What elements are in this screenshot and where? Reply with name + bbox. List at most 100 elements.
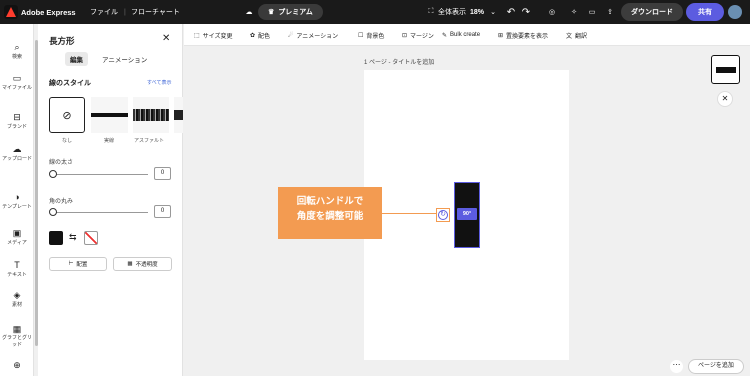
style-none[interactable]: ⊘ (49, 97, 85, 133)
rail-label: ブランド (6, 124, 27, 130)
corner-radius-label: 角の丸み (49, 199, 74, 205)
undo-icon[interactable]: ↶ (505, 0, 517, 24)
rail-more[interactable]: ⊕ (0, 360, 34, 371)
rail-label: 素材 (11, 302, 22, 308)
app-name: Adobe Express (21, 7, 76, 17)
template-icon: ◑ (14, 192, 20, 202)
rail-text[interactable]: T テキスト (0, 260, 34, 278)
rail-media[interactable]: ▣ メディア (0, 228, 34, 246)
stroke-width-label: 線の太さ (49, 160, 74, 166)
rail-brand[interactable]: ⊟ ブランド (0, 112, 34, 130)
close-icon[interactable]: ✕ (717, 91, 733, 107)
full-view-icon[interactable]: ⛶ (425, 0, 437, 24)
rail-elements[interactable]: ◈ 素材 (0, 290, 34, 308)
rail-label: グラフとグリッド (1, 335, 32, 348)
grid-icon: ▦ (12, 324, 22, 334)
share-link-icon[interactable]: ⇪ (604, 0, 616, 24)
thumbnail-shape (715, 66, 736, 73)
none-icon: ⊘ (62, 109, 72, 122)
page-label[interactable]: 1 ページ - タイトルを追加 (364, 57, 434, 66)
page-thumbnail[interactable] (711, 55, 740, 84)
align-button[interactable]: ⊢ 配置 (49, 257, 107, 271)
panel-title: 長方形 (49, 36, 75, 46)
tab-animation[interactable]: アニメーション (102, 54, 147, 64)
replace-icon: ⊞ (498, 32, 504, 39)
rotation-badge: 90° (457, 208, 477, 220)
premium-button[interactable]: ♛ プレミアム (258, 4, 323, 20)
style-asphalt[interactable] (133, 97, 169, 133)
cloud-upload-icon: ☁ (12, 144, 22, 154)
lightbulb-icon[interactable]: ✧ (568, 0, 580, 24)
close-icon[interactable]: ✕ (162, 33, 170, 44)
opacity-button[interactable]: ▩ 不透明度 (113, 257, 172, 271)
comment-icon[interactable]: ▭ (586, 0, 598, 24)
resize-button[interactable]: ⬚ サイズ変更 (194, 24, 233, 46)
rail-grids[interactable]: ▦ グラフとグリッド (0, 324, 34, 349)
toolbar-label: Bulk create (450, 32, 481, 38)
rail-search[interactable]: ⌕ 検索 (0, 42, 34, 60)
corner-radius-input[interactable]: 0 (154, 205, 171, 218)
toolbar-label: サイズ変更 (202, 33, 233, 40)
text-icon: T (14, 260, 20, 270)
rail-label: メディア (7, 240, 27, 246)
slider-handle[interactable] (49, 170, 57, 178)
callout-line-1: 回転ハンドルで (296, 196, 364, 207)
more-apps-icon: ⊕ (13, 360, 21, 370)
user-icon[interactable]: ◎ (546, 0, 558, 24)
toolbar-label: 配色 (258, 33, 271, 40)
more-icon[interactable]: ⋯ (670, 360, 683, 373)
cloud-icon: ☁ (245, 9, 253, 16)
share-button[interactable]: 共有 (686, 3, 724, 21)
margin-button[interactable]: ⊡ マージン (402, 24, 434, 46)
style-label-asphalt: アスファルト (134, 138, 165, 144)
align-icon: ⊢ (68, 261, 74, 267)
tab-edit[interactable]: 編集 (65, 52, 88, 66)
callout-line-2: 角度を調整可能 (296, 211, 364, 222)
search-icon: ⌕ (14, 42, 20, 52)
show-replace-button[interactable]: ⊞ 置換要素を表示 (498, 24, 548, 46)
callout-annotation: 回転ハンドルで 角度を調整可能 (278, 187, 382, 239)
add-page-button[interactable]: ページを追加 (688, 359, 744, 374)
align-label: 配置 (76, 262, 88, 268)
resize-icon: ⬚ (194, 32, 200, 39)
rail-my-files[interactable]: ▭ マイファイル (0, 73, 34, 91)
rotate-icon[interactable]: ↻ (438, 210, 448, 220)
translate-button[interactable]: 文翻訳 (566, 24, 587, 46)
redo-icon[interactable]: ↷ (520, 0, 532, 24)
rail-label: 検索 (11, 54, 22, 60)
background-color-button[interactable]: ☐ 背景色 (358, 24, 384, 46)
folder-icon: ▭ (12, 73, 22, 83)
document-title[interactable]: フローチャート (131, 0, 180, 24)
stroke-color-swatch[interactable] (84, 231, 98, 245)
fill-color-swatch[interactable] (49, 231, 63, 245)
top-bar: Adobe Express ファイル | フローチャート ☁ ♛ プレミアム ⛶ … (0, 0, 750, 24)
adobe-express-logo[interactable] (4, 5, 18, 19)
bulk-create-icon: ✎ (442, 32, 448, 39)
bulk-create-button[interactable]: ✎ Bulk create (442, 24, 480, 46)
animation-button[interactable]: ☄ アニメーション (288, 24, 338, 46)
rail-upload[interactable]: ☁ アップロード (0, 144, 34, 162)
context-toolbar: ⬚ サイズ変更 ✿ 配色 ☄ アニメーション ☐ 背景色 ⊡ マージン ✎ Bulk cre… (184, 24, 750, 46)
rotate-handle-box[interactable]: ↻ (436, 208, 450, 222)
zoom-level[interactable]: 18% (470, 0, 484, 24)
show-all-link[interactable]: すべて表示 (147, 79, 171, 86)
crown-icon: ♛ (268, 9, 275, 16)
download-button[interactable]: ダウンロード (621, 3, 683, 21)
slider-handle[interactable] (49, 208, 57, 216)
style-more[interactable] (174, 97, 183, 133)
toolbar-label: 背景色 (366, 33, 385, 40)
swap-icon[interactable]: ⇆ (69, 232, 77, 243)
full-view-button[interactable]: 全体表示 (438, 0, 466, 24)
avatar[interactable] (728, 5, 742, 19)
corner-radius-slider[interactable] (50, 212, 148, 213)
color-theme-button[interactable]: ✿ 配色 (250, 24, 270, 46)
style-solid[interactable] (91, 97, 128, 133)
file-menu[interactable]: ファイル (90, 0, 118, 24)
stroke-width-input[interactable]: 0 (154, 167, 171, 180)
stroke-width-slider[interactable] (50, 174, 148, 175)
chevron-down-icon[interactable]: ⌄ (487, 0, 499, 24)
rail-templates[interactable]: ◑ テンプレート (0, 192, 34, 210)
palette-icon: ✿ (250, 32, 256, 39)
toolbar-label: マージン (410, 33, 434, 40)
callout-connector (382, 213, 436, 214)
